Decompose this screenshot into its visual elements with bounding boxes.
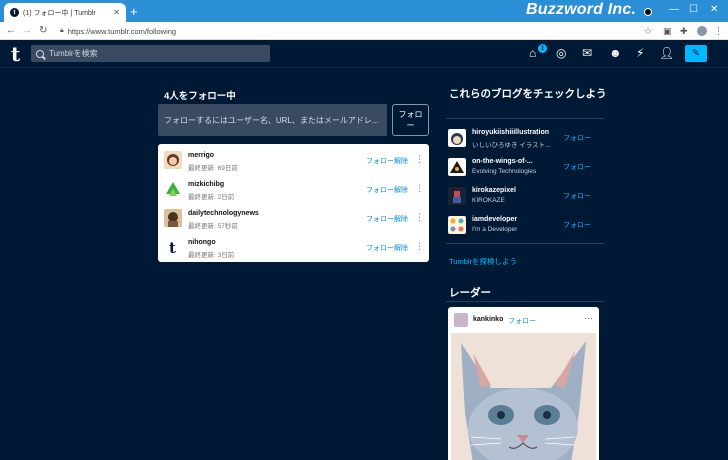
divider [446, 243, 604, 244]
follow-link[interactable]: フォロー [563, 191, 591, 201]
follow-link[interactable]: フォロー [563, 133, 591, 143]
divider [446, 301, 604, 302]
radar-follow-link[interactable]: フォロー [508, 316, 536, 326]
follow-search-field[interactable]: フォローするにはユーザー名、URL、またはメールアドレ... [158, 104, 387, 136]
search-placeholder: Tumblrを検索 [49, 49, 98, 58]
home-icon[interactable]: ⌂ [529, 46, 536, 60]
address-bar[interactable]: 🔒︎ https://www.tumblr.com/following [60, 24, 626, 38]
radar-blog-name[interactable]: kankinko [473, 316, 503, 323]
blog-name: kirokazepixel [472, 187, 516, 194]
tab-title: (1) フォロー中 | Tumblr [23, 9, 96, 17]
divider [446, 118, 604, 119]
blog-subtitle: I'm a Developer [472, 226, 518, 233]
blog-subtitle: KIROKAZE [472, 197, 505, 204]
blog-avatar [448, 158, 466, 176]
dailytechnologynews-avatar [164, 209, 182, 227]
blog-subtitle: Evolving Technologies [472, 168, 537, 175]
browser-toolbar: ← → ↻ 🔒︎ https://www.tumblr.com/followin… [0, 22, 728, 40]
more-options-icon[interactable]: ··· [584, 313, 593, 323]
title-bar: t (1) フォロー中 | Tumblr ✕ + Buzzword Inc. —… [0, 0, 728, 22]
minimize-icon[interactable]: — [669, 4, 679, 16]
last-updated: 最終更新: 57秒前 [188, 223, 238, 230]
new-tab-icon[interactable]: + [130, 5, 138, 19]
home-badge: 1 [538, 44, 547, 53]
radar-heading: レーダー [449, 287, 491, 299]
more-options-icon[interactable]: ⋮ [415, 183, 424, 193]
forward-icon[interactable]: → [22, 25, 32, 37]
recommended-blog[interactable]: hiroyukiishiiillustration いしいひろゆき イラスト..… [448, 126, 608, 150]
explore-icon[interactable]: ◎ [556, 46, 566, 60]
browser-window: t (1) フォロー中 | Tumblr ✕ + Buzzword Inc. —… [0, 0, 728, 460]
inbox-icon[interactable]: ✉ [582, 46, 592, 60]
blog-name: mizkichibg [188, 181, 225, 188]
blog-subtitle: いしいひろゆき イラスト... [472, 142, 551, 149]
following-list: merrigo 最終更新: 69日前 フォロー解除 ⋮ mizkichibg 最… [158, 144, 429, 262]
list-item[interactable]: merrigo 最終更新: 69日前 フォロー解除 ⋮ [158, 146, 429, 175]
tumblr-logo[interactable]: t [11, 43, 20, 65]
search-icon [36, 49, 44, 58]
lock-icon: 🔒︎ [60, 27, 64, 34]
following-heading: 4人をフォロー中 [164, 91, 236, 102]
blog-name: on-the-wings-of-... [472, 158, 533, 165]
blog-name: dailytechnologynews [188, 210, 259, 217]
svg-text:t: t [169, 239, 176, 256]
last-updated: 最終更新: 3日前 [188, 252, 235, 259]
last-updated: 最終更新: 2日前 [188, 194, 235, 201]
mizkichibg-avatar [164, 180, 182, 198]
search-input[interactable]: Tumblrを検索 [31, 45, 270, 62]
more-options-icon[interactable]: ⋮ [415, 212, 424, 222]
tumblr-header: t Tumblrを検索 ⌂ 1 ◎ ✉ ☻ ⚡ 👤︎ ✎ [0, 40, 728, 68]
recommended-blog[interactable]: kirokazepixel KIROKAZE フォロー [448, 184, 608, 208]
recommended-blog[interactable]: on-the-wings-of-... Evolving Technologie… [448, 155, 608, 179]
blog-avatar [448, 216, 466, 234]
more-options-icon[interactable]: ⋮ [415, 241, 424, 251]
tumblr-favicon-icon: t [10, 8, 19, 17]
blog-name: merrigo [188, 152, 215, 159]
brand-watermark: Buzzword Inc. [526, 1, 637, 18]
blog-name: hiroyukiishiiillustration [472, 129, 550, 136]
radar-avatar[interactable] [454, 313, 468, 327]
account-icon[interactable]: 👤︎ [659, 46, 674, 60]
merrigo-avatar [164, 151, 182, 169]
profile-icon[interactable] [697, 26, 707, 36]
blog-name: nihongo [188, 239, 216, 246]
blog-avatar [448, 129, 466, 147]
recommended-blog[interactable]: iamdeveloper I'm a Developer フォロー [448, 213, 608, 237]
nihongo-avatar: t [164, 238, 182, 256]
last-updated: 最終更新: 69日前 [188, 165, 238, 172]
blog-avatar [448, 187, 466, 205]
screenshot-icon[interactable]: ▣ [663, 25, 672, 37]
cat-illustration [451, 333, 596, 460]
unfollow-button[interactable]: フォロー解除 [366, 243, 408, 253]
window-close-icon[interactable]: ✕ [710, 4, 718, 16]
follow-link[interactable]: フォロー [563, 162, 591, 172]
unfollow-button[interactable]: フォロー解除 [366, 185, 408, 195]
maximize-icon[interactable]: ☐ [689, 4, 698, 16]
menu-icon[interactable]: ⋮ [714, 25, 723, 37]
extensions-icon[interactable]: ✚ [680, 25, 688, 37]
unfollow-button[interactable]: フォロー解除 [366, 214, 408, 224]
close-tab-icon[interactable]: ✕ [113, 8, 120, 17]
recommended-heading: これらのブログをチェックしよう [449, 88, 607, 100]
follow-link[interactable]: フォロー [563, 220, 591, 230]
activity-icon[interactable]: ⚡ [636, 46, 644, 60]
unfollow-button[interactable]: フォロー解除 [366, 156, 408, 166]
list-item[interactable]: t nihongo 最終更新: 3日前 フォロー解除 ⋮ [158, 233, 429, 262]
follow-button[interactable]: フォロー [392, 104, 429, 136]
record-icon [644, 8, 652, 16]
url-text: https://www.tumblr.com/following [67, 26, 177, 36]
list-item[interactable]: dailytechnologynews 最終更新: 57秒前 フォロー解除 ⋮ [158, 204, 429, 233]
radar-post-card[interactable]: kankinko フォロー ··· [448, 307, 599, 460]
explore-tumblr-link[interactable]: Tumblrを探検しよう [449, 256, 517, 267]
blog-name: iamdeveloper [472, 216, 518, 223]
compose-button[interactable]: ✎ [685, 45, 707, 62]
browser-tab[interactable]: t (1) フォロー中 | Tumblr ✕ [4, 3, 126, 22]
star-icon[interactable]: ☆ [644, 25, 652, 37]
messages-icon[interactable]: ☻ [609, 46, 622, 60]
more-options-icon[interactable]: ⋮ [415, 154, 424, 164]
list-item[interactable]: mizkichibg 最終更新: 2日前 フォロー解除 ⋮ [158, 175, 429, 204]
reload-icon[interactable]: ↻ [39, 25, 47, 37]
back-icon[interactable]: ← [6, 25, 16, 37]
